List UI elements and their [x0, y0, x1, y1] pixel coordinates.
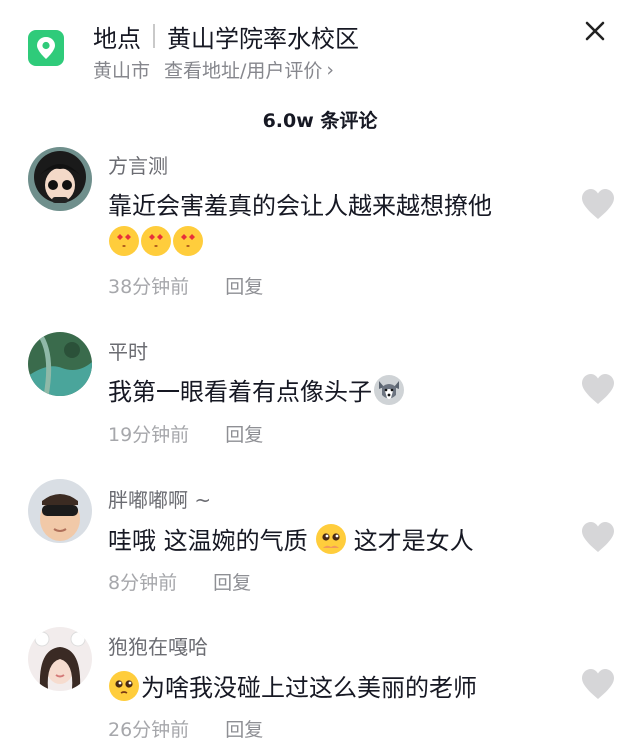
comment-meta: 26分钟前 回复 — [108, 715, 263, 742]
reply-button[interactable]: 回复 — [225, 719, 263, 741]
comment-time: 8分钟前 — [108, 572, 178, 594]
reply-button[interactable]: 回复 — [225, 424, 263, 446]
comment-meta: 8分钟前 回复 — [108, 568, 251, 595]
kissing-face-hearts-emoji — [173, 226, 203, 256]
comment-text: 哇哦 这温婉的气质 这才是女人 — [108, 521, 474, 556]
reply-button[interactable]: 回复 — [225, 276, 263, 298]
comment-username[interactable]: 平时 — [108, 336, 148, 365]
location-city: 黄山市 — [93, 60, 151, 82]
comment-text: 我第一眼看着有点像头子 — [108, 372, 405, 407]
reply-button[interactable]: 回复 — [213, 572, 251, 594]
avatar[interactable] — [28, 627, 92, 691]
comment-time: 26分钟前 — [108, 719, 190, 741]
husky-dog-emoji — [374, 374, 404, 405]
comment-username[interactable]: 狍狍在嘎哈 — [108, 631, 208, 660]
heart-icon[interactable] — [580, 372, 616, 408]
comment-text: 为啥我没碰上过这么美丽的老师 — [108, 668, 477, 703]
comment-body: 为啥我没碰上过这么美丽的老师 — [141, 674, 477, 702]
comment-text: 靠近会害羞真的会让人越来越想撩他 — [108, 186, 492, 221]
close-icon — [585, 21, 605, 41]
heart-icon[interactable] — [580, 187, 616, 223]
emoji-row — [108, 226, 204, 256]
comment-body: 靠近会害羞真的会让人越来越想撩他 — [108, 192, 492, 220]
title-divider — [153, 24, 155, 48]
comment-username[interactable]: 胖嘟嘟啊 ~ — [108, 484, 211, 513]
location-title: 地点 黄山学院率水校区 — [93, 18, 359, 54]
comment-body-after: 这才是女人 — [353, 527, 474, 555]
comment-body-before: 哇哦 这温婉的气质 — [108, 527, 308, 555]
kissing-face-hearts-emoji — [141, 226, 171, 256]
comment-time: 19分钟前 — [108, 424, 190, 446]
comment-time: 38分钟前 — [108, 276, 190, 298]
chevron-right-icon: › — [326, 58, 335, 81]
heart-icon[interactable] — [580, 667, 616, 703]
pleading-face-emoji — [315, 523, 346, 554]
location-prefix: 地点 — [93, 24, 141, 53]
avatar[interactable] — [28, 332, 92, 396]
comment-body: 我第一眼看着有点像头子 — [108, 378, 372, 406]
heart-icon[interactable] — [580, 520, 616, 556]
kissing-face-hearts-emoji — [109, 226, 139, 256]
comment-meta: 19分钟前 回复 — [108, 420, 263, 447]
location-pin-icon — [28, 30, 64, 66]
avatar[interactable] — [28, 147, 92, 211]
avatar[interactable] — [28, 479, 92, 543]
comment-meta: 38分钟前 回复 — [108, 272, 263, 299]
view-address-link[interactable]: 查看地址/用户评价 — [164, 56, 322, 83]
pleading-face-emoji — [109, 670, 139, 701]
comment-count: 6.0w 条评论 — [262, 110, 378, 132]
location-header: 地点 黄山学院率水校区 黄山市 查看地址/用户评价 › — [0, 0, 640, 100]
location-name: 黄山学院率水校区 — [167, 24, 359, 53]
location-subtitle[interactable]: 黄山市 查看地址/用户评价 › — [93, 56, 334, 83]
close-button[interactable] — [580, 16, 610, 46]
comment-username[interactable]: 方言测 — [108, 150, 168, 179]
